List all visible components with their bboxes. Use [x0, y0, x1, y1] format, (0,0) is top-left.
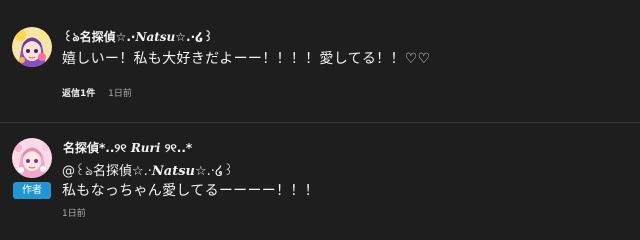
comment-meta: 返信1件 1日前	[62, 86, 132, 99]
comment-timestamp: 1日前	[108, 89, 132, 99]
author-name-italic: Natsu	[135, 30, 176, 44]
mention-suffix: ☆.·໒꒱	[195, 164, 234, 179]
comment-author[interactable]: ꒰ঌ名探偵☆.·Natsu☆.·໒꒱	[63, 28, 213, 49]
author-name-prefix: ꒰ঌ名探偵☆.·	[63, 30, 136, 44]
anime-avatar-yellow-icon	[12, 27, 52, 67]
comment-text: 嬉しいー！私も大好きだよーー！！！！愛してる！！♡♡	[62, 51, 431, 67]
anime-avatar-pink-icon	[12, 138, 52, 178]
comment-item: 名探偵*..୨୧ Ruri ୨୧..* 作者 @꒰ঌ名探偵☆.·Natsu☆.·…	[0, 123, 640, 240]
author-name-suffix: ୨୧..*	[160, 141, 193, 155]
author-name-prefix: 名探偵*..୨୧	[63, 141, 131, 155]
comment-meta: 1日前	[62, 206, 86, 219]
comment-text: 私もなっちゃん愛してるーーーー！！！	[62, 183, 319, 199]
comment-item: ꒰ঌ名探偵☆.·Natsu☆.·໒꒱ 嬉しいー！私も大好きだよーー！！！！愛して…	[0, 0, 640, 122]
mention-italic: Natsu	[151, 164, 195, 179]
mention-prefix: @꒰ঌ名探偵☆.·	[62, 164, 152, 179]
comment-author[interactable]: 名探偵*..୨୧ Ruri ୨୧..*	[63, 139, 192, 156]
author-name-suffix: ☆.·໒꒱	[175, 30, 213, 44]
avatar[interactable]	[12, 138, 52, 178]
author-name-italic: Ruri	[130, 141, 161, 155]
author-badge: 作者	[13, 182, 51, 199]
comment-timestamp: 1日前	[62, 209, 86, 219]
avatar[interactable]	[12, 27, 52, 67]
replies-button[interactable]: 返信1件	[62, 89, 95, 99]
